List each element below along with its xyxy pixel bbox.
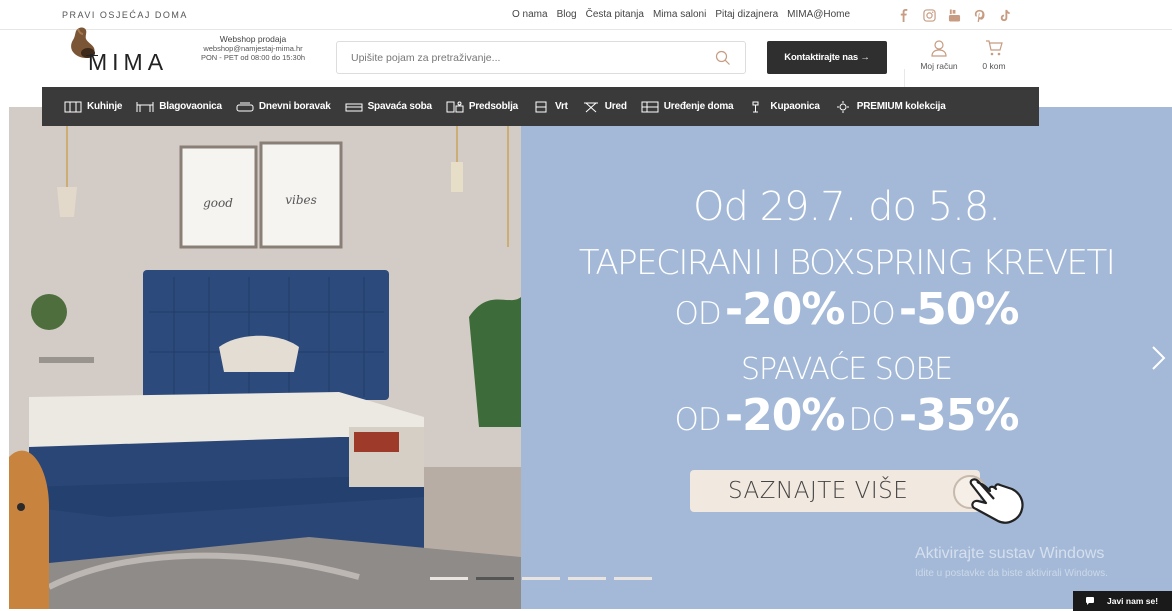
od-label: OD [674, 296, 722, 332]
windows-watermark-title: Aktivirajte sustav Windows [915, 545, 1105, 562]
nav-item-kuhinje[interactable]: Kuhinje [64, 101, 122, 113]
do-label: DO [848, 296, 896, 332]
slider-dot[interactable] [522, 577, 560, 580]
search-icon[interactable] [715, 50, 731, 66]
link-salons[interactable]: Mima saloni [653, 9, 706, 20]
nav-item-spavaca-soba[interactable]: Spavaća soba [345, 101, 432, 113]
tagline: PRAVI OSJEĆAJ DOMA [62, 10, 188, 20]
art-text-vibes: vibes [285, 193, 317, 207]
promo-discount-beds: OD -20% DO -50% [521, 284, 1172, 335]
top-bar: PRAVI OSJEĆAJ DOMA O nama Blog Česta pit… [0, 0, 1172, 30]
promo-line-bedrooms: SPAVAĆE SOBE [740, 352, 953, 387]
nav-label: PREMIUM kolekcija [856, 101, 946, 112]
shop-info-title: Webshop prodaja [219, 34, 287, 44]
learn-more-button[interactable]: SAZNAJTE VIŠE [690, 470, 980, 512]
chevron-right-icon[interactable] [1150, 345, 1168, 371]
art-text-good: good [203, 196, 233, 210]
hero-slider[interactable]: good vibes Od 29.7. do 5.8. TAPECIRANI I… [0, 107, 1172, 611]
nav-label: Ured [604, 101, 627, 112]
nav-item-kupaonica[interactable]: Kupaonica [747, 101, 820, 113]
chat-widget-button[interactable]: Javi nam se! [1073, 591, 1172, 611]
bed-icon [345, 103, 363, 111]
slider-dot[interactable] [568, 577, 606, 580]
mima-logo[interactable]: MIMA [62, 27, 172, 81]
discount-to: -50% [898, 284, 1020, 335]
od-label: OD [674, 402, 722, 438]
promo-discount-bedrooms: OD -20% DO -35% [521, 390, 1172, 441]
social-links [892, 6, 1017, 24]
garden-icon [535, 101, 547, 112]
pointer-hand-icon [969, 478, 1024, 524]
category-nav: Kuhinje Blagovaonica Dnevni boravak Spav… [42, 87, 1039, 126]
promo-line-beds: TAPECIRANI I BOXSPRING KREVETI [578, 243, 1116, 283]
link-faq[interactable]: Česta pitanja [586, 9, 644, 20]
premium-icon [836, 100, 849, 113]
top-links: O nama Blog Česta pitanja Mima saloni Pi… [512, 9, 859, 20]
discount-from: -20% [724, 390, 846, 441]
bedroom-illustration: good vibes [9, 107, 521, 609]
tiktok-icon[interactable] [992, 6, 1017, 24]
dining-icon [136, 101, 154, 112]
nav-item-dnevni-boravak[interactable]: Dnevni boravak [236, 101, 331, 113]
nav-label: Dnevni boravak [258, 101, 331, 112]
nav-item-vrt[interactable]: Vrt [532, 101, 568, 113]
cart-button[interactable]: 0 kom [974, 39, 1014, 71]
hero-photo: good vibes [9, 107, 521, 609]
decor-icon [641, 101, 659, 112]
hallway-icon [446, 101, 464, 112]
chat-bubble-icon [1086, 597, 1094, 605]
site-header: MIMA Webshop prodaja webshop@namjestaj-m… [0, 27, 1172, 113]
nav-item-ured[interactable]: Ured [582, 101, 627, 113]
slider-dot[interactable] [430, 577, 468, 580]
shop-info-email[interactable]: webshop@namjestaj-mima.hr [188, 44, 318, 53]
slider-dots [430, 577, 652, 580]
shop-info-hours: PON - PET od 08:00 do 15:30h [200, 53, 306, 62]
logo-text: MIMA [88, 49, 169, 75]
youtube-icon[interactable] [942, 6, 967, 24]
slider-dot[interactable] [614, 577, 652, 580]
nav-item-premium[interactable]: PREMIUM kolekcija [834, 100, 946, 113]
nav-label: Uređenje doma [663, 101, 734, 112]
slider-dot-active[interactable] [476, 577, 514, 580]
bathroom-icon [752, 101, 759, 112]
cart-icon [986, 40, 1003, 56]
windows-watermark-sub: Idite u postavke da biste aktivirali Win… [915, 568, 1108, 579]
discount-from: -20% [724, 284, 846, 335]
nav-item-predsoblja[interactable]: Predsoblja [446, 101, 518, 113]
search-input[interactable]: Upišite pojam za pretraživanje... [336, 41, 746, 74]
contact-button[interactable]: Kontaktirajte nas → [767, 41, 887, 74]
nav-label: Predsoblja [468, 101, 519, 112]
nav-label: Kuhinje [87, 101, 123, 112]
office-icon [583, 102, 598, 112]
webshop-info: Webshop prodaja webshop@namjestaj-mima.h… [188, 34, 318, 63]
promo-date: Od 29.7. do 5.8. [693, 184, 1001, 230]
nav-item-blagovaonica[interactable]: Blagovaonica [136, 101, 222, 113]
link-about[interactable]: O nama [512, 9, 548, 20]
sofa-icon [236, 102, 254, 111]
cart-count: 0 kom [982, 61, 1006, 71]
facebook-icon[interactable] [892, 6, 917, 24]
discount-to: -35% [898, 390, 1020, 441]
nav-label: Blagovaonica [159, 101, 222, 112]
search-placeholder: Upišite pojam za pretraživanje... [351, 52, 501, 64]
kitchen-icon [64, 101, 82, 112]
instagram-icon[interactable] [917, 6, 942, 24]
link-blog[interactable]: Blog [557, 9, 577, 20]
account-button[interactable]: Moj račun [913, 39, 965, 71]
do-label: DO [848, 402, 896, 438]
nav-label: Vrt [555, 101, 568, 112]
link-mima-home[interactable]: MIMA@Home [787, 9, 850, 20]
user-icon [931, 40, 947, 57]
promo-banner: Od 29.7. do 5.8. TAPECIRANI I BOXSPRING … [521, 107, 1172, 609]
nav-label: Spavaća soba [367, 101, 433, 112]
pinterest-icon[interactable] [967, 6, 992, 24]
account-label: Moj račun [920, 61, 958, 71]
link-ask-designer[interactable]: Pitaj dizajnera [715, 9, 778, 20]
nav-label: Kupaonica [770, 101, 820, 112]
chat-label: Javi nam se! [1107, 596, 1159, 606]
nav-item-uredenje-doma[interactable]: Uređenje doma [641, 101, 734, 113]
